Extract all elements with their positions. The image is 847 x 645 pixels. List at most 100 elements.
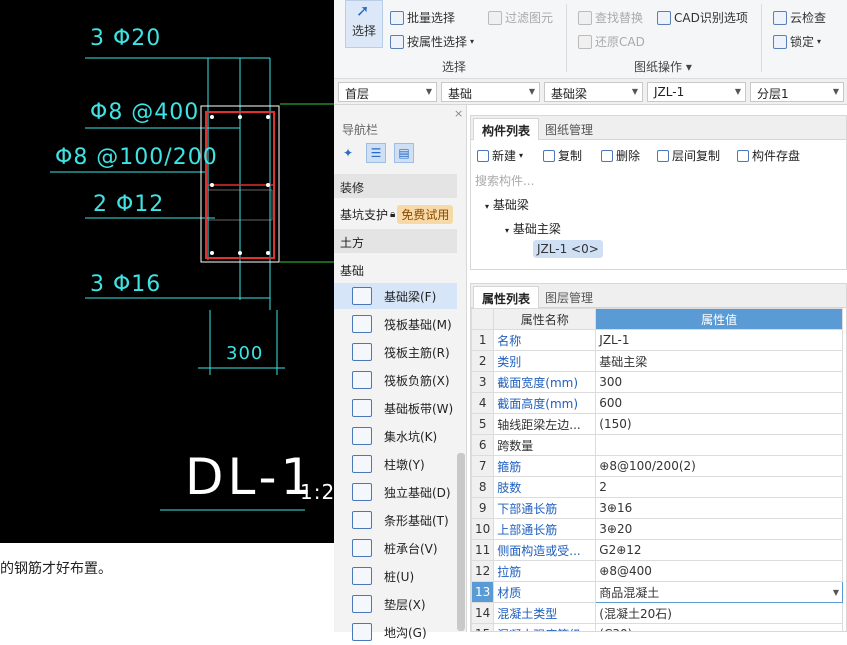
close-icon[interactable]: ×: [454, 107, 463, 120]
property-value[interactable]: (C30): [595, 623, 843, 631]
property-row[interactable]: 7 箍筋 ⊕8@100/200(2): [471, 455, 843, 477]
property-row[interactable]: 3 截面宽度(mm) 300: [471, 371, 843, 393]
property-row[interactable]: 12 拉筋 ⊕8@400: [471, 560, 843, 582]
chevron-down-icon: ▼: [631, 87, 638, 96]
property-row[interactable]: 1 名称 JZL-1: [471, 329, 843, 351]
nav-cat-foundation[interactable]: 基础: [334, 257, 457, 281]
property-value[interactable]: ⊕8@100/200(2): [595, 455, 843, 477]
nav-cat-decoration[interactable]: 装修: [334, 174, 457, 198]
nav-item-label: 集水坑(K): [384, 429, 438, 444]
free-trial-badge[interactable]: 免费试用: [397, 204, 454, 224]
lock-button[interactable]: 锁定 ▾: [773, 33, 821, 50]
nav-item-sump[interactable]: 集水坑(K): [334, 423, 457, 449]
tree-node-leaf[interactable]: JZL-1 <0>: [533, 240, 603, 258]
property-value[interactable]: G2⊕12: [595, 539, 843, 561]
component-search-input[interactable]: 搜索构件...: [475, 172, 534, 189]
batch-select-button[interactable]: 批量选择: [390, 9, 455, 26]
nav-item-raft-neg-bar[interactable]: 筏板负筋(X): [334, 367, 457, 393]
tab-drawing-manage[interactable]: 图纸管理: [537, 118, 601, 140]
delete-button[interactable]: 删除: [601, 147, 640, 164]
nav-cat-earthwork[interactable]: 土方: [334, 229, 457, 253]
cad-label-stirrup: Φ8 @100/200: [55, 145, 218, 170]
nav-item-pile-cap[interactable]: 桩承台(V): [334, 535, 457, 561]
property-row[interactable]: 9 下部通长筋 3⊕16: [471, 497, 843, 519]
header-value: 属性值: [595, 308, 843, 330]
save-component-button[interactable]: 构件存盘: [737, 147, 800, 164]
floor-copy-button[interactable]: 层间复制: [657, 147, 720, 164]
restore-cad-label: 还原CAD: [595, 35, 645, 49]
property-value[interactable]: 3⊕20: [595, 518, 843, 540]
nav-scrollbar[interactable]: [457, 453, 465, 631]
filter-button[interactable]: 过滤图元: [488, 9, 553, 26]
property-name: 箍筋: [493, 455, 597, 477]
nav-item-raft-main-bar[interactable]: 筏板主筋(R): [334, 339, 457, 365]
select-tool-button[interactable]: ➚ 选择: [345, 0, 383, 48]
nav-item-foundation-beam[interactable]: 基础梁(F): [334, 283, 457, 309]
category-select[interactable]: 基础 ▼: [441, 82, 540, 102]
property-value[interactable]: (150): [595, 413, 843, 435]
find-replace-button[interactable]: 查找替换: [578, 9, 643, 26]
pin-icon[interactable]: ✦: [338, 143, 358, 163]
nav-item-isolated-footing[interactable]: 独立基础(D): [334, 479, 457, 505]
floor-select[interactable]: 首层 ▼: [338, 82, 437, 102]
property-value[interactable]: 300: [595, 371, 843, 393]
property-value[interactable]: (混凝土20石): [595, 602, 843, 624]
nav-item-pile[interactable]: 桩(U): [334, 563, 457, 589]
restore-cad-button[interactable]: 还原CAD: [578, 33, 645, 50]
property-value[interactable]: 2: [595, 476, 843, 498]
property-value[interactable]: 基础主梁: [595, 350, 843, 372]
nav-item-label: 筏板负筋(X): [384, 373, 450, 388]
property-value[interactable]: 3⊕16: [595, 497, 843, 519]
attr-select-icon: [390, 34, 404, 49]
column-pier-icon: [352, 455, 372, 473]
tab-component-list[interactable]: 构件列表: [473, 118, 540, 140]
nav-item-label: 地沟(G): [384, 625, 427, 640]
new-button[interactable]: 新建 ▾: [477, 147, 523, 164]
cad-options-button[interactable]: CAD识别选项: [657, 9, 748, 26]
nav-item-label: 基础梁(F): [384, 289, 437, 304]
cad-options-icon: [657, 10, 671, 25]
property-row[interactable]: 4 截面高度(mm) 600: [471, 392, 843, 414]
tree-node-root[interactable]: ▾ 基础梁: [485, 196, 529, 213]
property-row[interactable]: 6 跨数量: [471, 434, 843, 456]
tab-property-list[interactable]: 属性列表: [473, 286, 540, 308]
material-select[interactable]: 商品混凝土 ▼: [595, 581, 843, 603]
component-select[interactable]: JZL-1 ▼: [647, 82, 746, 102]
property-row[interactable]: 8 肢数 2: [471, 476, 843, 498]
nav-item-raft[interactable]: 筏板基础(M): [334, 311, 457, 337]
property-row[interactable]: 14 混凝土类型 (混凝土20石): [471, 602, 843, 624]
row-number: 10: [471, 518, 495, 540]
nav-item-cushion[interactable]: 垫层(X): [334, 591, 457, 617]
detail-view-icon[interactable]: ▤: [394, 143, 414, 163]
property-row[interactable]: 11 侧面构造或受... G2⊕12: [471, 539, 843, 561]
tab-layer-manage[interactable]: 图层管理: [537, 286, 601, 308]
layer-value: 分层1: [757, 87, 789, 101]
cad-drawing-area[interactable]: 3 Φ20 Φ8 @400 Φ8 @100/200 2 Φ12 3 Φ16 30…: [0, 0, 334, 543]
nav-item-trench[interactable]: 地沟(G): [334, 619, 457, 645]
copy-button[interactable]: 复制: [543, 147, 582, 164]
property-row-selected[interactable]: 13 材质 商品混凝土 ▼: [471, 581, 843, 603]
layer-select[interactable]: 分层1 ▼: [750, 82, 844, 102]
new-icon: [477, 149, 489, 162]
group-label-drawing: 图纸操作 ▾: [634, 60, 692, 74]
nav-item-pit-support[interactable]: 基坑支护 🔒︎ 免费试用: [334, 201, 457, 227]
type-select[interactable]: 基础梁 ▼: [544, 82, 643, 102]
raft-main-bar-icon: [352, 343, 372, 361]
attr-select-button[interactable]: 按属性选择 ▾: [390, 33, 474, 50]
property-row[interactable]: 5 轴线距梁左边... (150): [471, 413, 843, 435]
cloud-check-button[interactable]: 云检查: [773, 9, 826, 26]
property-value[interactable]: JZL-1: [595, 329, 843, 351]
list-view-icon[interactable]: ☰: [366, 143, 386, 163]
property-row[interactable]: 15混凝土强度等级(C30): [471, 623, 843, 631]
filter-icon: [488, 10, 502, 25]
nav-item-strip-footing[interactable]: 条形基础(T): [334, 507, 457, 533]
property-value[interactable]: 600: [595, 392, 843, 414]
cushion-icon: [352, 595, 372, 613]
nav-item-column-pier[interactable]: 柱墩(Y): [334, 451, 457, 477]
nav-item-slab-strip[interactable]: 基础板带(W): [334, 395, 457, 421]
tree-node-child[interactable]: ▾ 基础主梁: [505, 220, 561, 237]
property-value[interactable]: ⊕8@400: [595, 560, 843, 582]
property-row[interactable]: 2 类别 基础主梁: [471, 350, 843, 372]
property-value[interactable]: [595, 434, 843, 456]
property-row[interactable]: 10 上部通长筋 3⊕20: [471, 518, 843, 540]
